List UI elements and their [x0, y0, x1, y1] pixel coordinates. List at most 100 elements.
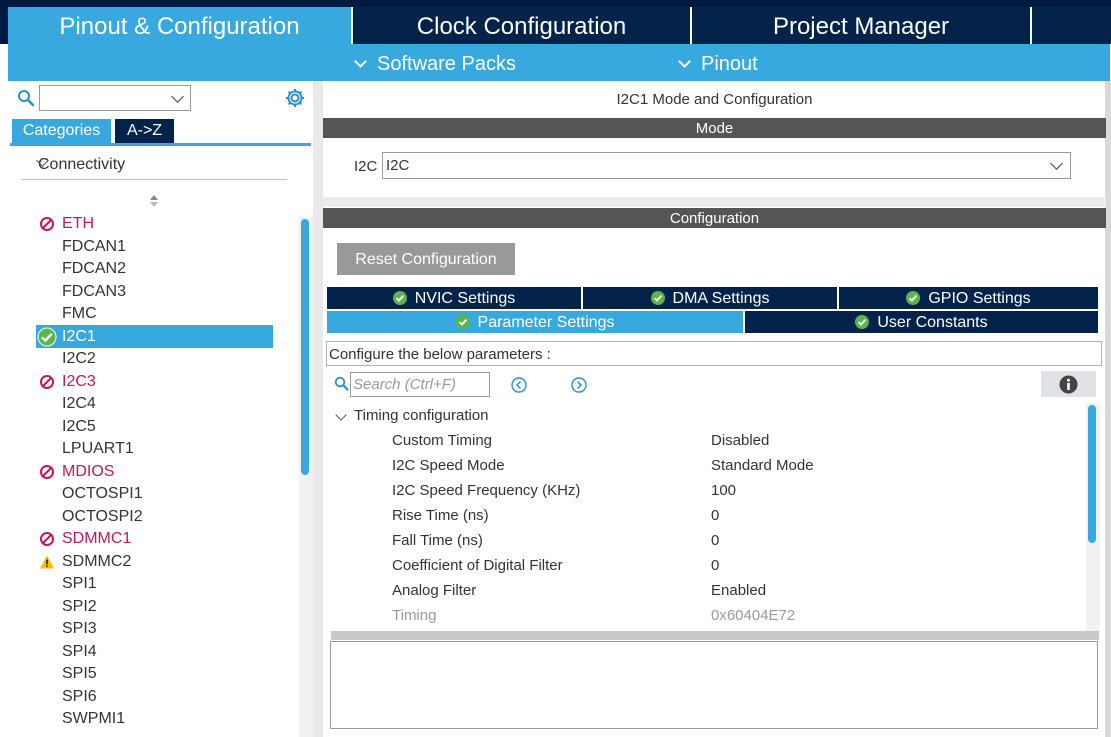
- sort-icon[interactable]: [149, 194, 159, 208]
- peripheral-item-spi5[interactable]: SPI5: [36, 662, 273, 685]
- tab-gpio-settings[interactable]: GPIO Settings: [839, 287, 1098, 309]
- section-gap: [323, 197, 1106, 207]
- peripheral-label: FDCAN1: [62, 237, 127, 255]
- check-circle-icon: [855, 315, 870, 329]
- mode-select[interactable]: I2C: [382, 152, 1071, 179]
- peripheral-item-i2c5[interactable]: I2C5: [36, 415, 273, 438]
- tab-label: GPIO Settings: [928, 290, 1031, 307]
- parameter-value[interactable]: 100: [711, 482, 736, 499]
- horizontal-scrollbar[interactable]: [331, 631, 1099, 640]
- parameter-value: 0x60404E72: [711, 607, 796, 624]
- peripheral-item-lpuart1[interactable]: LPUART1: [36, 437, 273, 460]
- peripheral-label: I2C4: [62, 395, 96, 412]
- timing-configuration-group[interactable]: Timing configuration: [354, 407, 489, 424]
- peripheral-item-swpmi1[interactable]: SWPMI1: [36, 707, 273, 730]
- peripheral-item-fdcan3[interactable]: FDCAN3: [36, 280, 273, 303]
- mode-header: Mode: [323, 118, 1106, 138]
- peripheral-item-fdcan1[interactable]: FDCAN1: [36, 235, 273, 258]
- chevron-down-icon[interactable]: [335, 409, 347, 421]
- mode-select-value: I2C: [386, 157, 410, 174]
- parameter-hint: Configure the below parameters :: [326, 341, 1102, 366]
- disabled-icon: [40, 374, 54, 389]
- sidebar-scrollbar-thumb[interactable]: [301, 219, 309, 475]
- tab-label: DMA Settings: [672, 290, 770, 307]
- parameter-value[interactable]: Standard Mode: [711, 457, 814, 474]
- tab-nvic-settings[interactable]: NVIC Settings: [327, 287, 581, 309]
- peripheral-item-mdios[interactable]: MDIOS: [36, 460, 273, 483]
- category-label: Connectivity: [38, 156, 126, 173]
- tab-underline: [10, 143, 311, 146]
- peripheral-label: FDCAN3: [62, 282, 127, 300]
- parameter-scrollbar-thumb[interactable]: [1088, 405, 1096, 543]
- parameter-name: Custom Timing: [392, 432, 493, 449]
- parameter-name: Analog Filter: [392, 582, 477, 599]
- peripheral-item-spi6[interactable]: SPI6: [36, 685, 273, 708]
- mode-configuration-panel: I2C1 Mode and Configuration Mode I2C I2C…: [323, 81, 1111, 737]
- peripheral-label: SPI3: [62, 620, 97, 637]
- peripheral-item-i2c2[interactable]: I2C2: [36, 347, 273, 370]
- parameter-value[interactable]: Disabled: [711, 432, 769, 449]
- parameter-description-box: [330, 641, 1098, 729]
- peripheral-label: I2C5: [62, 417, 96, 435]
- tab-categories[interactable]: Categories: [12, 119, 111, 143]
- peripheral-item-spi2[interactable]: SPI2: [36, 595, 273, 618]
- tab-clock-configuration[interactable]: Clock Configuration: [353, 7, 690, 44]
- chevron-down-icon: [678, 55, 691, 68]
- peripheral-label: SDMMC2: [62, 552, 132, 570]
- peripheral-item-fdcan2[interactable]: FDCAN2: [36, 257, 273, 280]
- peripheral-item-i2c1[interactable]: I2C1: [36, 324, 273, 348]
- previous-match-icon[interactable]: [511, 377, 527, 393]
- tab-project-manager[interactable]: Project Manager: [692, 7, 1030, 44]
- peripheral-label: SPI2: [62, 597, 97, 615]
- search-combobox[interactable]: [39, 85, 191, 111]
- parameter-value[interactable]: Enabled: [711, 582, 766, 599]
- peripheral-item-spi1[interactable]: SPI1: [36, 572, 273, 595]
- parameter-search-input[interactable]: Search (Ctrl+F): [350, 372, 490, 397]
- peripheral-item-eth[interactable]: ETH: [36, 212, 273, 235]
- peripheral-item-i2c4[interactable]: I2C4: [36, 392, 273, 415]
- peripheral-item-spi3[interactable]: SPI3: [36, 617, 273, 640]
- peripheral-item-sdmmc1[interactable]: SDMMC1: [36, 527, 273, 550]
- peripheral-item-spi4[interactable]: SPI4: [36, 640, 273, 663]
- info-button[interactable]: [1041, 371, 1096, 397]
- panel-divider[interactable]: [313, 81, 323, 737]
- tab-label: NVIC Settings: [414, 290, 516, 307]
- gear-icon[interactable]: [284, 87, 306, 109]
- peripheral-label: FDCAN2: [62, 260, 127, 277]
- parameter-name: Fall Time (ns): [392, 532, 483, 549]
- peripheral-label: SPI1: [62, 575, 97, 592]
- tab-a-to-z[interactable]: A->Z: [115, 119, 174, 143]
- next-match-icon[interactable]: [571, 377, 587, 393]
- parameter-value[interactable]: 0: [711, 532, 719, 549]
- tab-pinout-configuration[interactable]: Pinout & Configuration: [8, 7, 351, 44]
- category-dropdown[interactable]: Connectivity: [22, 148, 287, 180]
- reset-configuration-button[interactable]: Reset Configuration: [337, 243, 515, 275]
- chevron-down-icon: [171, 90, 184, 103]
- peripheral-label: MDIOS: [62, 462, 115, 480]
- tab-parameter-settings[interactable]: Parameter Settings: [327, 311, 743, 333]
- parameter-value[interactable]: 0: [711, 557, 719, 574]
- check-circle-icon: [392, 291, 407, 305]
- warning-icon: [40, 555, 54, 568]
- pinout-label: Pinout: [701, 53, 758, 75]
- tab-tools[interactable]: [1032, 7, 1111, 44]
- chevron-down-icon: [354, 55, 367, 68]
- check-circle-icon: [37, 327, 57, 346]
- peripheral-sidebar: Categories A->Z Connectivity ETH FDCAN1 FD…: [8, 81, 313, 737]
- peripheral-item-octospi2[interactable]: OCTOSPI2: [36, 505, 273, 528]
- tab-user-constants[interactable]: User Constants: [745, 311, 1098, 333]
- top-tab-bar: Pinout & Configuration Clock Configurati…: [0, 0, 1111, 44]
- peripheral-item-sdmmc2[interactable]: SDMMC2: [36, 550, 273, 573]
- peripheral-item-i2c3[interactable]: I2C3: [36, 370, 273, 393]
- disabled-icon: [40, 217, 54, 231]
- peripheral-label: I2C2: [62, 350, 96, 367]
- software-packs-menu[interactable]: Software Packs: [354, 44, 516, 81]
- peripheral-item-fmc[interactable]: FMC: [36, 302, 273, 325]
- sub-menu-bar: Software Packs Pinout: [8, 44, 1110, 81]
- peripheral-label: SPI6: [62, 687, 97, 705]
- pinout-menu[interactable]: Pinout: [678, 44, 758, 81]
- parameter-name: I2C Speed Mode: [392, 457, 505, 474]
- parameter-value[interactable]: 0: [711, 507, 719, 524]
- peripheral-item-octospi1[interactable]: OCTOSPI1: [36, 482, 273, 505]
- tab-dma-settings[interactable]: DMA Settings: [583, 287, 837, 309]
